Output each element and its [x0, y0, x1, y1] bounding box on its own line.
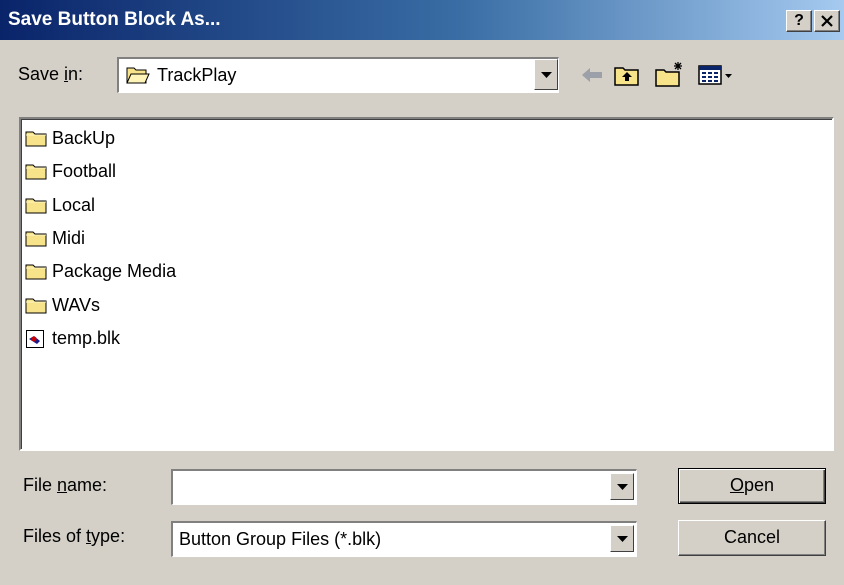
file-list[interactable]: BackUp Football Local Midi Package Media WAVs… — [19, 117, 834, 451]
open-button[interactable]: Open — [678, 468, 826, 504]
chevron-down-icon — [617, 483, 628, 490]
file-name-dropdown-button[interactable] — [610, 473, 634, 500]
cancel-button[interactable]: Cancel — [678, 520, 826, 556]
up-one-level-icon[interactable] — [613, 60, 641, 90]
create-new-folder-icon[interactable] — [654, 60, 686, 90]
help-button[interactable]: ? — [786, 10, 812, 32]
list-item-label: Local — [52, 194, 96, 215]
list-item-label: Football — [52, 161, 117, 182]
list-item-label: BackUp — [52, 128, 116, 148]
folder-open-icon — [126, 67, 150, 84]
chevron-down-icon — [617, 535, 628, 542]
close-icon — [821, 15, 833, 27]
save-in-value: TrackPlay — [157, 65, 237, 85]
file-type-dropdown-button[interactable] — [610, 525, 634, 552]
save-in-dropdown-button[interactable] — [534, 59, 558, 90]
folder-icon — [25, 129, 47, 152]
chevron-down-icon — [541, 71, 552, 78]
list-item-label: WAVs — [52, 294, 100, 315]
file-type-label: Files of type: — [23, 526, 126, 546]
save-in-label: Save in: — [18, 64, 84, 84]
save-dialog: Save Button Block As... ? Save in: Track… — [0, 0, 844, 585]
list-item-label: temp.blk — [52, 327, 121, 348]
folder-icon — [25, 196, 47, 219]
close-button[interactable] — [814, 10, 840, 32]
file-name-label: File name: — [23, 475, 108, 495]
list-item-label: Midi — [52, 227, 86, 248]
view-menu-icon[interactable] — [697, 60, 737, 90]
folder-icon — [25, 162, 47, 185]
file-type-select[interactable]: Button Group Files (*.blk) — [171, 521, 637, 557]
folder-icon — [25, 296, 47, 319]
folder-icon — [25, 262, 47, 285]
file-icon — [25, 329, 45, 354]
save-in-combo[interactable]: TrackPlay — [117, 57, 559, 93]
folder-icon — [25, 229, 47, 252]
title-bar[interactable]: Save Button Block As... ? — [0, 0, 844, 40]
window-title: Save Button Block As... — [8, 9, 221, 30]
back-arrow-icon[interactable] — [580, 60, 604, 90]
list-item-label: Package Media — [52, 261, 177, 282]
file-type-value: Button Group Files (*.blk) — [179, 529, 382, 549]
file-name-input[interactable] — [171, 469, 637, 505]
